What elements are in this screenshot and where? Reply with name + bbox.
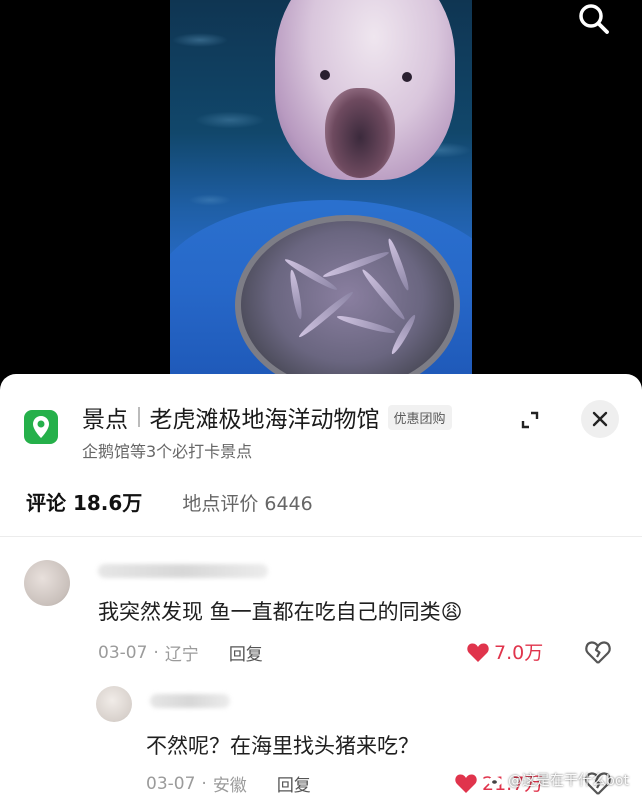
poi-title-row: 景点 老虎滩极地海洋动物馆 优惠团购	[82, 400, 452, 434]
video-frame-beluga	[170, 0, 472, 380]
meta-dot: ·	[153, 642, 159, 663]
comment-date: 03-07	[98, 642, 148, 663]
comment-text: 不然呢？在海里找头猪来吃？	[146, 734, 419, 758]
tab-comments[interactable]: 评论 18.6万	[26, 487, 142, 516]
poi-category: 景点	[82, 407, 128, 433]
comment-date: 03-07	[146, 773, 196, 794]
meta-dot: ·	[201, 773, 207, 794]
video-player[interactable]	[0, 0, 642, 380]
poi-subtitle: 企鹅馆等3个必打卡景点	[82, 442, 253, 461]
username-blurred[interactable]	[150, 694, 230, 708]
comment-tabs: 评论 18.6万 地点评价 6446	[26, 487, 313, 516]
reply-button[interactable]: 回复	[229, 640, 263, 665]
poi-separator	[138, 407, 140, 427]
dislike-button[interactable]	[584, 638, 612, 666]
like-count: 7.0万	[494, 642, 544, 664]
search-icon	[579, 4, 609, 34]
poi-deal-tag[interactable]: 优惠团购	[387, 404, 452, 430]
tab-place-reviews[interactable]: 地点评价 6446	[182, 489, 312, 516]
comment-location: 安徽	[212, 776, 247, 796]
comment-location: 辽宁	[164, 645, 199, 665]
watermark-text: @这是在干什么bot	[508, 773, 629, 789]
comment-sheet: 景点 老虎滩极地海洋动物馆 优惠团购 企鹅馆等3个必打卡景点 评论 18.6万 …	[0, 374, 642, 800]
close-button[interactable]	[581, 400, 619, 438]
fish-bucket	[235, 215, 460, 380]
reply-button[interactable]: 回复	[277, 771, 311, 796]
comment-text: 我突然发现 鱼一直都在吃自己的同类😩	[98, 600, 463, 624]
divider	[0, 536, 642, 537]
comment-item: 我突然发现 鱼一直都在吃自己的同类😩 03-07 · 辽宁 回复 7.0万	[0, 556, 642, 666]
avatar[interactable]	[96, 686, 132, 722]
location-pin-icon	[24, 410, 58, 444]
expand-icon	[521, 411, 539, 429]
weibo-watermark: @这是在干什么bot	[487, 770, 629, 790]
beluga-eye-left	[320, 70, 330, 80]
search-button[interactable]	[574, 2, 614, 36]
heart-filled-icon	[455, 773, 477, 793]
comment-meta: 03-07 · 安徽 回复	[146, 771, 311, 797]
username-blurred[interactable]	[98, 564, 268, 578]
comment-meta: 03-07 · 辽宁 回复	[98, 640, 263, 666]
avatar[interactable]	[24, 560, 70, 606]
expand-button[interactable]	[512, 402, 548, 438]
broken-heart-icon	[585, 641, 611, 664]
like-button[interactable]: 7.0万	[466, 638, 543, 665]
poi-name[interactable]: 老虎滩极地海洋动物馆	[150, 400, 380, 434]
weibo-icon	[488, 776, 502, 787]
beluga-eye-right	[402, 72, 412, 82]
heart-filled-icon	[467, 642, 489, 662]
beluga-mouth	[325, 88, 395, 178]
close-icon	[592, 411, 608, 427]
